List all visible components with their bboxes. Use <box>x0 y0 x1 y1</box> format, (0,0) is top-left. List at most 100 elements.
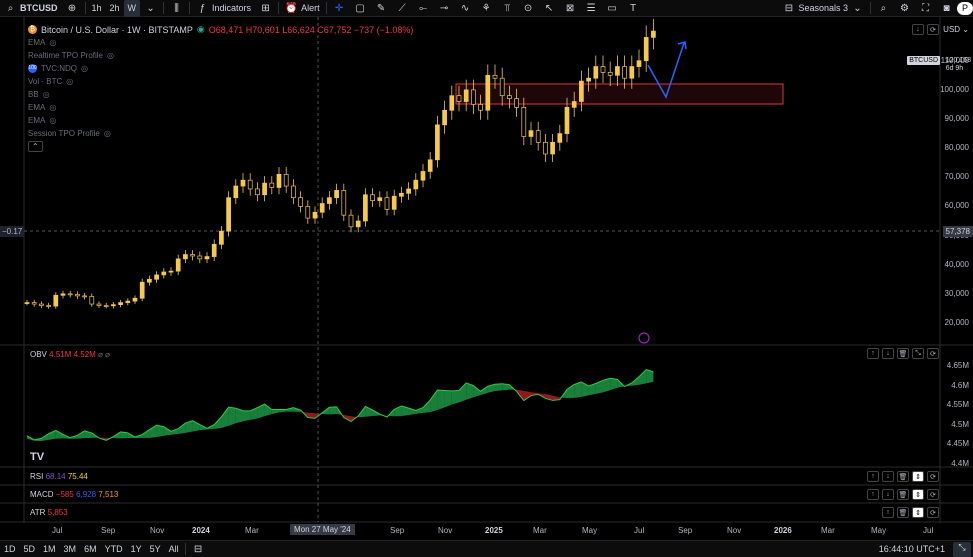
range-5y[interactable]: 5Y <box>146 544 165 554</box>
indicator-legend-item[interactable]: Vol · BTC ◎ <box>28 77 73 86</box>
eye-hidden-icon[interactable]: ◎ <box>43 90 50 99</box>
expand-pane-button[interactable]: ⇕ <box>912 471 924 482</box>
replay-icon[interactable] <box>638 332 650 344</box>
collapse-panel-button[interactable]: ⤡ <box>953 542 971 557</box>
time-tick-label: 2026 <box>774 526 792 535</box>
move-up-button[interactable]: ↑ <box>882 507 894 518</box>
obv-tick-label: 4.55M <box>946 400 969 409</box>
time-tick-label: Mar <box>245 526 259 535</box>
goto-date-button[interactable]: ⊟ <box>188 541 209 557</box>
fib-tool[interactable]: ⫪ <box>497 0 518 17</box>
seasonals-button[interactable]: ⊟ Seasonals 3 ⌄ <box>778 0 868 17</box>
callout-tool[interactable]: ▭ <box>602 0 623 17</box>
reset-pane-button[interactable]: ⟳ <box>927 348 939 359</box>
eye-hidden-icon[interactable]: ◎ <box>107 51 114 60</box>
range-5d[interactable]: 5D <box>20 544 40 554</box>
time-tick-label: Jul <box>634 526 645 535</box>
obv-fill-segment <box>178 423 186 434</box>
candle-body <box>60 293 66 296</box>
range-6m[interactable]: 6M <box>80 544 101 554</box>
indicator-legend-item[interactable]: EMA ◎ <box>28 116 56 125</box>
text-tool[interactable]: T <box>623 0 644 17</box>
indicators-button[interactable]: ƒ Indicators <box>192 0 255 17</box>
resistance-zone[interactable] <box>455 83 784 105</box>
indicator-legend-item[interactable]: Realtime TPO Profile ◎ <box>28 51 114 60</box>
reset-pane-button[interactable]: ⟳ <box>927 507 939 518</box>
delete-pane-button[interactable]: 🗑 <box>897 348 909 359</box>
publish-button[interactable]: P <box>956 1 973 15</box>
trendline-tool[interactable]: ⟋ <box>392 0 413 17</box>
grid-icon: ⊞ <box>261 2 270 14</box>
move-up-button[interactable]: ↑ <box>867 348 879 359</box>
collapse-legend-button[interactable]: ⌃ <box>28 141 43 152</box>
reset-pane-button[interactable]: ⟳ <box>927 471 939 482</box>
move-down-button[interactable]: ↓ <box>882 489 894 500</box>
range-all[interactable]: All <box>165 544 183 554</box>
reset-pane-button[interactable]: ⟳ <box>927 24 939 35</box>
path-tool[interactable]: ∿ <box>455 0 476 17</box>
move-down-button[interactable]: ↓ <box>882 348 894 359</box>
pattern-tool[interactable]: ⚘ <box>476 0 497 17</box>
shapes-tool[interactable]: ⊙ <box>518 0 539 17</box>
move-up-button[interactable]: ↑ <box>867 471 879 482</box>
indicator-legend-item[interactable]: EMA ◎ <box>28 38 56 47</box>
timeframe-dropdown[interactable]: ⌄ <box>140 0 161 17</box>
delete-pane-button[interactable]: 🗑 <box>897 507 909 518</box>
rsi-pane-controls: ↑ ↓ 🗑 ⇕ ⟳ <box>867 471 939 482</box>
range-1y[interactable]: 1Y <box>127 544 146 554</box>
expand-pane-button[interactable]: ⇕ <box>912 489 924 500</box>
maximize-pane-button[interactable]: ⤡ <box>912 348 924 359</box>
move-up-button[interactable]: ↑ <box>867 489 879 500</box>
indicator-name: TVC:NDQ <box>41 64 77 73</box>
candle-body <box>557 133 563 143</box>
symbol-search[interactable]: ⌕ BTCUSD <box>0 0 62 17</box>
layouts-button[interactable]: ⊞ <box>255 0 276 17</box>
range-1d[interactable]: 1D <box>0 544 20 554</box>
brush-tool[interactable]: ✎ <box>371 0 392 17</box>
reset-pane-button[interactable]: ⟳ <box>927 489 939 500</box>
chart-type-button[interactable]: ⫼ <box>166 0 187 17</box>
chart-canvas[interactable]: TV <box>0 17 973 540</box>
eye-hidden-icon[interactable]: ◎ <box>66 77 73 86</box>
range-1m[interactable]: 1M <box>39 544 60 554</box>
fullscreen-button[interactable]: ⛶ <box>915 0 936 17</box>
move-down-button[interactable]: ↓ <box>882 471 894 482</box>
candle-body <box>168 270 174 273</box>
horizontal-line-tool[interactable]: ⊸ <box>434 0 455 17</box>
delete-pane-button[interactable]: 🗑 <box>897 489 909 500</box>
indicator-legend-item[interactable]: 100 TVC:NDQ ◎ <box>28 64 88 73</box>
snapshot-button[interactable]: ◙ <box>936 0 957 17</box>
quick-search-button[interactable]: ⌕ <box>873 0 894 17</box>
crosshair-tool[interactable]: ✛ <box>329 0 350 17</box>
timeframe-1h[interactable]: 1h <box>88 0 106 17</box>
eye-hidden-icon[interactable]: ◎ <box>49 103 56 112</box>
range-ytd[interactable]: YTD <box>101 544 127 554</box>
eye-hidden-icon[interactable]: ◎ <box>49 38 56 47</box>
range-3m[interactable]: 3M <box>60 544 81 554</box>
eye-hidden-icon[interactable]: ◎ <box>104 129 111 138</box>
indicator-legend-item[interactable]: EMA ◎ <box>28 103 56 112</box>
text-icon: T <box>630 2 637 14</box>
lines-tool[interactable]: ☰ <box>581 0 602 17</box>
alert-button[interactable]: ⏰ Alert <box>281 0 324 17</box>
eye-hidden-icon[interactable]: ◎ <box>49 116 56 125</box>
cursor-tool[interactable]: ↖ <box>539 0 560 17</box>
indicator-legend-item[interactable]: BB ◎ <box>28 90 50 99</box>
refresh-icon: ⟳ <box>930 26 936 34</box>
indicator-legend-item[interactable]: Session TPO Profile ◎ <box>28 129 111 138</box>
timeframe-2h[interactable]: 2h <box>106 0 124 17</box>
eye-hidden-icon[interactable]: ◎ <box>81 64 88 73</box>
ray-tool[interactable]: ⟜ <box>413 0 434 17</box>
expand-pane-button[interactable]: ⇕ <box>912 507 924 518</box>
price-tick-label: 80,000 <box>944 143 969 153</box>
settings-button[interactable]: ⚙ <box>894 0 915 17</box>
add-symbol-button[interactable]: ⊕ <box>62 0 83 17</box>
timeframe-w[interactable]: W <box>123 0 141 17</box>
delete-pane-button[interactable]: 🗑 <box>897 471 909 482</box>
callout-icon: ▭ <box>607 2 617 14</box>
rectangle-tool[interactable]: ▢ <box>350 0 371 17</box>
currency-select[interactable]: USD ⌄ <box>943 25 969 34</box>
measure-tool[interactable]: ⊠ <box>560 0 581 17</box>
obv-legend: OBV 4.51M 4.52M ⌀ ⌀ <box>30 350 110 359</box>
scroll-down-button[interactable]: ↓ <box>912 24 924 35</box>
